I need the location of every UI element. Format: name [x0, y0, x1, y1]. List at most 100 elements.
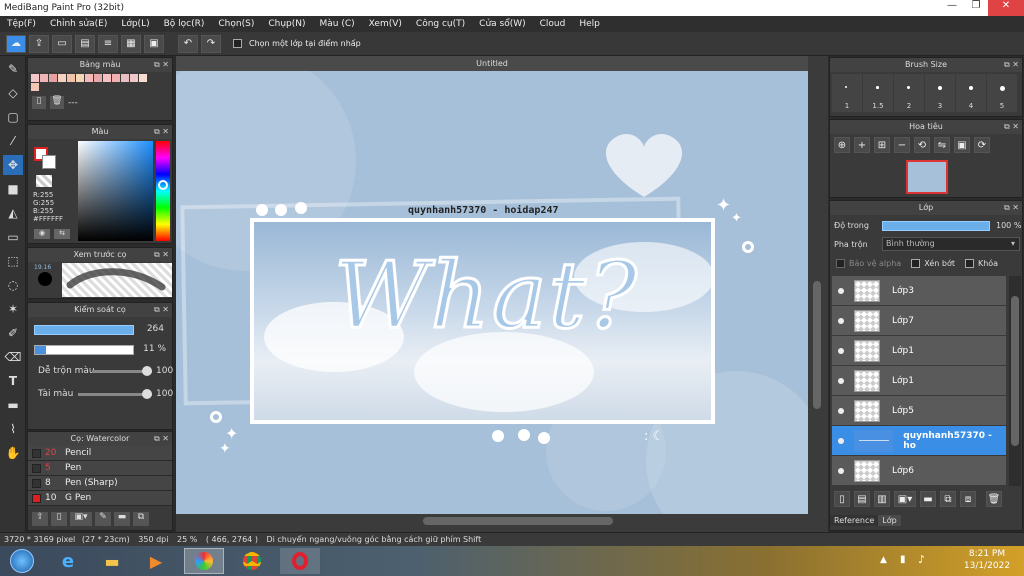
menu-item[interactable]: Chụp(N) [261, 19, 312, 29]
layer-row[interactable]: Lớp3 [832, 276, 1006, 306]
brush-list-item[interactable]: 20 Pencil [28, 446, 172, 461]
menu-item[interactable]: Màu (C) [313, 19, 362, 29]
vertical-scroll-thumb[interactable] [813, 281, 821, 409]
rotate-left-icon[interactable]: ⟲ [914, 137, 930, 153]
palette-swatch[interactable] [85, 74, 93, 82]
layer-row[interactable]: Lớp5 [832, 396, 1006, 426]
color-swap-icon[interactable]: ⇆ [54, 229, 70, 239]
brush-settings-icon[interactable]: ✎ [95, 512, 111, 526]
actual-size-icon[interactable]: ▣ [954, 137, 970, 153]
divide-tool-icon[interactable]: ▬ [3, 395, 23, 415]
mix-slider[interactable] [92, 366, 152, 376]
explorer-icon[interactable]: ▬ [92, 548, 132, 574]
chrome-icon[interactable] [232, 548, 272, 574]
menu-item[interactable]: Xem(V) [362, 19, 409, 29]
transparent-swatch[interactable] [36, 175, 52, 187]
visibility-eye-icon[interactable] [838, 377, 844, 384]
new-8bit-layer-icon[interactable]: ▥ [874, 491, 890, 507]
layer-scrollbar[interactable] [1009, 276, 1021, 486]
eraser-tool-icon[interactable]: ◇ [3, 83, 23, 103]
select-pen-icon[interactable]: ✐ [3, 323, 23, 343]
redo-icon[interactable]: ↷ [201, 34, 221, 53]
bucket-tool-icon[interactable]: ◭ [3, 203, 23, 223]
brush-size-cell[interactable]: 4 [956, 74, 986, 112]
layer-row[interactable]: Lớp1 [832, 366, 1006, 396]
opacity-slider[interactable] [34, 345, 134, 355]
clock-date[interactable]: 13/1/2022 [962, 561, 1012, 571]
brush-list-item[interactable]: 8 Pen (Sharp) [28, 476, 172, 491]
panel-close-icon[interactable]: ⧉ ✕ [154, 125, 169, 139]
panel-close-icon[interactable]: ⧉ ✕ [154, 248, 169, 262]
undo-icon[interactable]: ↶ [178, 34, 198, 53]
select-tool-icon[interactable]: ⬚ [3, 251, 23, 271]
brush-folder-icon[interactable]: ▬ [114, 512, 130, 526]
vertical-scrollbar[interactable] [810, 71, 824, 514]
palette-swatch[interactable] [58, 74, 66, 82]
brush-size-cell[interactable]: 5 [987, 74, 1017, 112]
drawing-canvas[interactable]: quynhanh57370 - hoidap247 What? ✦ ✦ ✦ ✦ … [176, 71, 808, 514]
delete-palette-icon[interactable]: 🗑 [50, 96, 64, 109]
merge-layer-icon[interactable]: ⧈ [960, 491, 976, 507]
palette-swatch[interactable] [76, 74, 84, 82]
visibility-eye-icon[interactable] [838, 347, 844, 354]
layer-row[interactable]: Lớp1 [832, 336, 1006, 366]
panel-close-icon[interactable]: ⧉ ✕ [154, 58, 169, 72]
document-icon[interactable]: ▤ [75, 34, 95, 53]
horizontal-scroll-thumb[interactable] [423, 517, 613, 525]
brush-size-cell[interactable]: 2 [894, 74, 924, 112]
maximize-icon[interactable]: ❐ [964, 0, 988, 16]
palette-swatch[interactable] [130, 74, 138, 82]
list-icon[interactable]: ≡ [98, 34, 118, 53]
visibility-eye-icon[interactable] [838, 437, 844, 444]
minimize-icon[interactable]: — [940, 0, 964, 16]
duplicate-layer-icon[interactable]: ⧉ [940, 491, 956, 507]
navigator-thumbnail[interactable] [906, 160, 948, 194]
brush-size-cell[interactable]: 1.5 [863, 74, 893, 112]
lock-option[interactable]: Khóa [964, 259, 998, 268]
panel-close-icon[interactable]: ⧉ ✕ [154, 432, 169, 446]
add-layer-menu-icon[interactable]: ▣▾ [894, 491, 916, 507]
resource-handle[interactable] [142, 389, 152, 399]
menu-item[interactable]: Chọn(S) [211, 19, 261, 29]
zoom-in-icon[interactable]: + [854, 137, 870, 153]
media-player-icon[interactable]: ▶ [136, 548, 176, 574]
size-slider[interactable] [34, 325, 134, 335]
brush-copy-icon[interactable]: ⧉ [133, 512, 149, 526]
panel-close-icon[interactable]: ⧉ ✕ [1004, 120, 1019, 134]
brush-size-cell[interactable]: 3 [925, 74, 955, 112]
menu-item[interactable]: Cửa sổ(W) [472, 19, 532, 29]
fit-icon[interactable]: ⊞ [874, 137, 890, 153]
opacity-value[interactable]: 11 % [132, 344, 166, 354]
brush-new-icon[interactable]: ▯ [51, 512, 67, 526]
rotate-right-icon[interactable]: ⟳ [974, 137, 990, 153]
palette-swatch[interactable] [103, 74, 111, 82]
hue-handle[interactable] [158, 180, 168, 190]
layer-row[interactable]: quynhanh57370 - ho [832, 426, 1006, 456]
visibility-eye-icon[interactable] [838, 317, 844, 324]
select-layer-checkbox[interactable] [233, 39, 242, 48]
visibility-eye-icon[interactable] [838, 467, 844, 474]
medibang-task-icon[interactable] [184, 548, 224, 574]
mix-handle[interactable] [142, 366, 152, 376]
select-eraser-icon[interactable]: ⌫ [3, 347, 23, 367]
share-icon[interactable]: ⇪ [29, 34, 49, 53]
menu-item[interactable]: Chỉnh sửa(E) [43, 19, 114, 29]
layer-folder-icon[interactable]: ▬ [920, 491, 936, 507]
hand-tool-icon[interactable]: ✋ [3, 443, 23, 463]
palette-swatch[interactable] [94, 74, 102, 82]
palette-swatch[interactable] [49, 74, 57, 82]
start-button-icon[interactable] [0, 548, 44, 574]
text-tool-icon[interactable]: T [3, 371, 23, 391]
dot-tool-icon[interactable]: ⁄ [3, 131, 23, 151]
palette-swatch[interactable] [31, 74, 39, 82]
opera-icon[interactable] [280, 548, 320, 574]
blend-select[interactable]: Bình thường ▾ [882, 237, 1020, 251]
visibility-eye-icon[interactable] [838, 287, 844, 294]
document-tab[interactable]: Untitled [176, 56, 808, 71]
move-tool-icon[interactable]: ✥ [3, 155, 23, 175]
new-palette-icon[interactable]: ▯ [32, 96, 46, 109]
magic-wand-icon[interactable]: ✶ [3, 299, 23, 319]
menu-item[interactable]: Lớp(L) [114, 19, 156, 29]
panel-close-icon[interactable]: ⧉ ✕ [1004, 58, 1019, 72]
flip-icon[interactable]: ⇋ [934, 137, 950, 153]
